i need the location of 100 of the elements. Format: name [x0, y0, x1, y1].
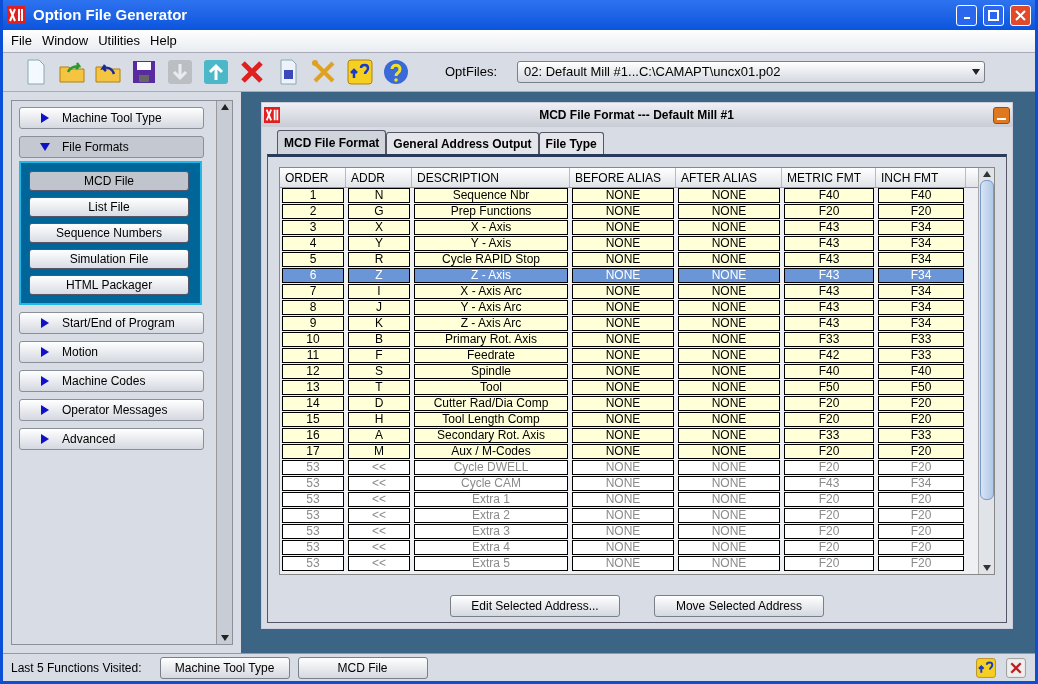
subsection-button[interactable]: List File [29, 197, 189, 217]
right-triangle-icon [40, 376, 50, 386]
minimize-button[interactable] [993, 106, 1010, 124]
table-cell: F33 [878, 348, 964, 363]
table-cell: Extra 3 [414, 524, 568, 539]
table-row[interactable]: 7 I X - Axis Arc NONE NONE F43 F34 [280, 284, 978, 300]
table-row[interactable]: 13 T Tool NONE NONE F50 F50 [280, 380, 978, 396]
table-cell: NONE [572, 380, 674, 395]
table-cell: NONE [678, 204, 780, 219]
table-cell: S [348, 364, 410, 379]
table-cell: NONE [572, 220, 674, 235]
table-cell: NONE [572, 252, 674, 267]
close-button[interactable] [1010, 4, 1031, 26]
scrollbar[interactable] [978, 168, 994, 574]
table-cell: << [348, 460, 410, 475]
table-cell: Extra 5 [414, 556, 568, 571]
table-cell: F20 [878, 460, 964, 475]
minimize-icon [962, 16, 971, 20]
table-row[interactable]: 5 R Cycle RAPID Stop NONE NONE F43 F34 [280, 252, 978, 268]
action-button[interactable]: Edit Selected Address... [450, 595, 620, 617]
visited-label: Last 5 Functions Visited: [11, 659, 142, 677]
menu-item[interactable]: File [11, 31, 32, 51]
section-button[interactable]: Machine Codes [19, 370, 204, 392]
table-cell: F20 [878, 412, 964, 427]
app-logo-icon [7, 6, 25, 24]
table-row[interactable]: 14 D Cutter Rad/Dia Comp NONE NONE F20 F20 [280, 396, 978, 412]
table-cell: NONE [572, 284, 674, 299]
column-header[interactable]: METRIC FMT [782, 168, 876, 187]
table-row[interactable]: 4 Y Y - Axis NONE NONE F43 F34 [280, 236, 978, 252]
table-row[interactable]: 1 N Sequence Nbr NONE NONE F40 F40 [280, 188, 978, 204]
table-cell: F34 [878, 220, 964, 235]
column-header[interactable]: ADDR [346, 168, 412, 187]
subsection-button[interactable]: HTML Packager [29, 275, 189, 295]
menu-item[interactable]: Window [41, 31, 89, 51]
close-icon[interactable] [1005, 656, 1027, 679]
visited-button[interactable]: MCD File [297, 656, 428, 679]
subsection-button[interactable]: MCD File [29, 171, 189, 191]
table-cell: NONE [678, 508, 780, 523]
table-cell: 53 [282, 540, 344, 555]
table-cell: NONE [678, 316, 780, 331]
help-context-icon[interactable] [346, 58, 374, 86]
table-row[interactable]: 12 S Spindle NONE NONE F40 F40 [280, 364, 978, 380]
section-button[interactable]: Operator Messages [19, 399, 204, 421]
table-cell: NONE [678, 444, 780, 459]
maximize-button[interactable] [983, 4, 1004, 26]
subsection-button[interactable]: Simulation File [29, 249, 189, 269]
table-cell: NONE [572, 460, 674, 475]
tab[interactable]: General Address Output [386, 132, 539, 154]
column-header[interactable]: AFTER ALIAS [676, 168, 782, 187]
column-header[interactable]: BEFORE ALIAS [570, 168, 676, 187]
tab[interactable]: MCD File Format [277, 130, 387, 154]
subsection-button[interactable]: Sequence Numbers [29, 223, 189, 243]
right-triangle-icon [40, 434, 50, 444]
section-button[interactable]: Start/End of Program [19, 312, 204, 334]
action-button[interactable]: Move Selected Address [654, 595, 824, 617]
table-cell: F20 [878, 204, 964, 219]
table-row[interactable]: 9 K Z - Axis Arc NONE NONE F43 F34 [280, 316, 978, 332]
table-cell: Prep Functions [414, 204, 568, 219]
menu-item[interactable]: Utilities [98, 31, 141, 51]
section-button[interactable]: Motion [19, 341, 204, 363]
save-icon[interactable] [130, 58, 158, 86]
column-header[interactable]: DESCRIPTION [412, 168, 570, 187]
table-cell: 1 [282, 188, 344, 203]
visited-button[interactable]: Machine Tool Type [159, 656, 290, 679]
tab[interactable]: File Type [538, 132, 604, 154]
table-cell: F34 [878, 316, 964, 331]
table-cell: Primary Rot. Axis [414, 332, 568, 347]
section-button[interactable]: File Formats [19, 136, 204, 158]
scrollbar[interactable] [216, 101, 232, 644]
table-row[interactable]: 11 F Feedrate NONE NONE F42 F33 [280, 348, 978, 364]
table-row[interactable]: 15 H Tool Length Comp NONE NONE F20 F20 [280, 412, 978, 428]
table-cell: F20 [878, 444, 964, 459]
table-cell: F [348, 348, 410, 363]
menu-item[interactable]: Help [150, 31, 177, 51]
table-row[interactable]: 2 G Prep Functions NONE NONE F20 F20 [280, 204, 978, 220]
table-cell: 9 [282, 316, 344, 331]
table-cell: 12 [282, 364, 344, 379]
table-cell: 6 [282, 268, 344, 283]
table-cell: F20 [784, 412, 874, 427]
column-header[interactable]: INCH FMT [876, 168, 966, 187]
optfiles-dropdown[interactable]: 02: Default Mill #1...C:\CAMAPT\uncx01.p02 [517, 61, 985, 83]
table-cell: F34 [878, 252, 964, 267]
table-row[interactable]: 3 X X - Axis NONE NONE F43 F34 [280, 220, 978, 236]
help-icon[interactable] [382, 58, 410, 86]
table-cell: J [348, 300, 410, 315]
window-title: Option File Generator [33, 4, 188, 25]
table-cell: NONE [572, 268, 674, 283]
table-row[interactable]: 8 J Y - Axis Arc NONE NONE F43 F34 [280, 300, 978, 316]
table-row[interactable]: 16 A Secondary Rot. Axis NONE NONE F33 F33 [280, 428, 978, 444]
section-button[interactable]: Advanced [19, 428, 204, 450]
table-cell: NONE [678, 236, 780, 251]
table-cell: F33 [878, 428, 964, 443]
table-cell: F20 [784, 460, 874, 475]
scroll-thumb[interactable] [979, 180, 994, 500]
table-cell: A [348, 428, 410, 443]
table-row[interactable]: 10 B Primary Rot. Axis NONE NONE F33 F33 [280, 332, 978, 348]
column-header[interactable]: ORDER [280, 168, 346, 187]
help-context-icon[interactable] [975, 656, 997, 679]
table-row[interactable]: 17 M Aux / M-Codes NONE NONE F20 F20 [280, 444, 978, 460]
section-button[interactable]: Machine Tool Type [19, 107, 204, 129]
